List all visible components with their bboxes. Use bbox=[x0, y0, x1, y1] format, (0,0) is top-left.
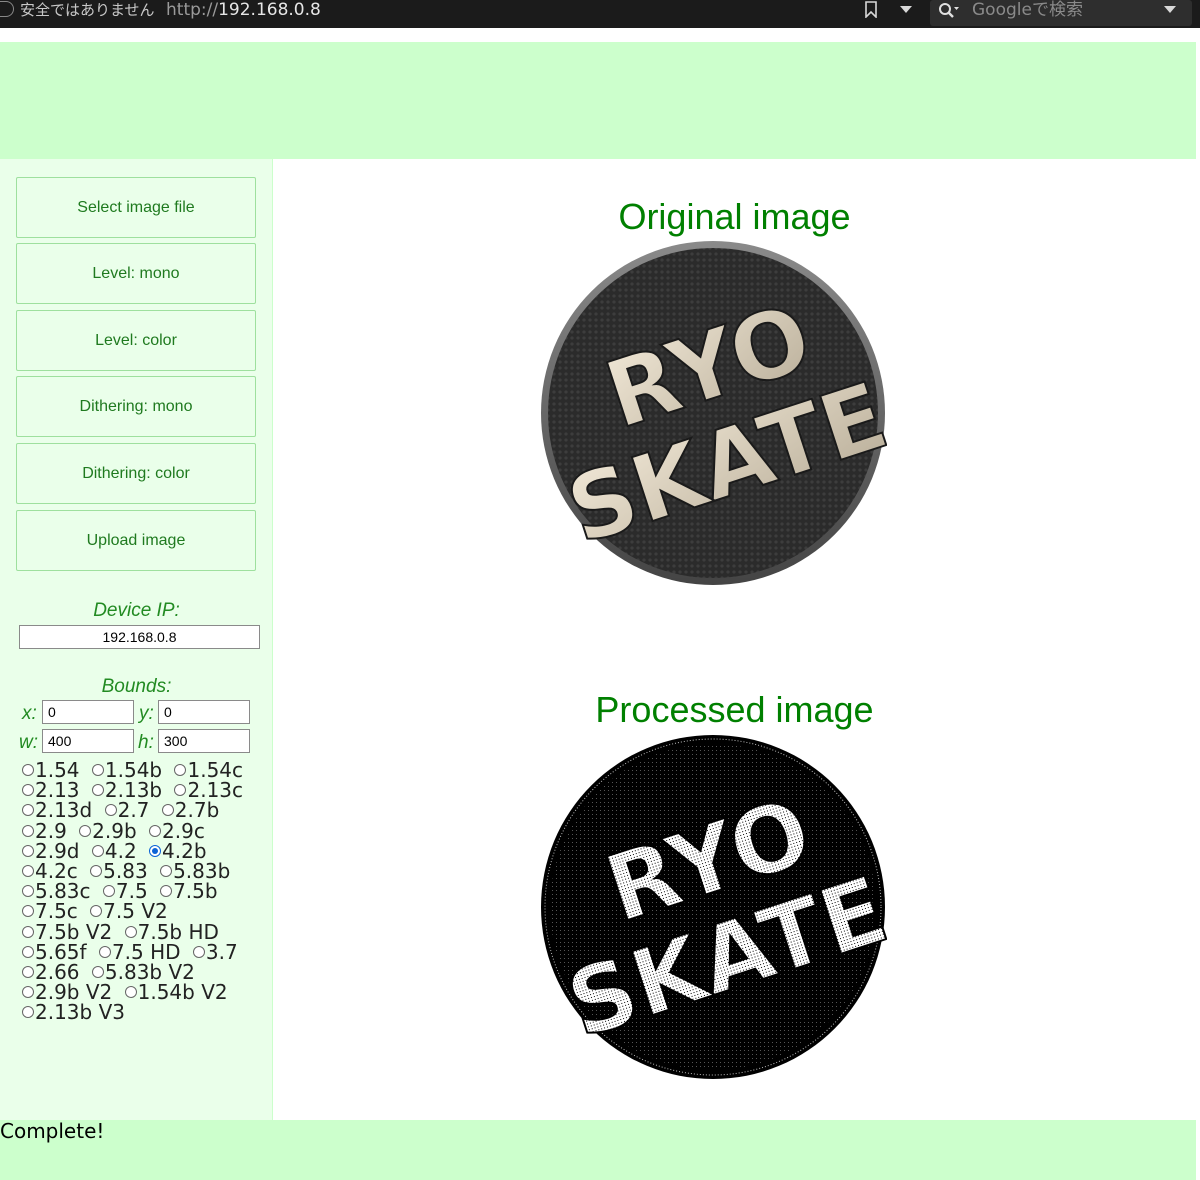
radio-icon[interactable] bbox=[22, 824, 34, 837]
processed-image-title: Processed image bbox=[595, 689, 874, 730]
chevron-down-icon[interactable] bbox=[1164, 6, 1176, 13]
radio-icon[interactable] bbox=[149, 824, 162, 837]
display-model-label: 2.13b V3 bbox=[35, 1000, 125, 1025]
header-band bbox=[0, 42, 1196, 159]
chevron-down-icon[interactable] bbox=[900, 6, 912, 13]
radio-icon[interactable] bbox=[79, 824, 92, 837]
url-scheme: http:// bbox=[166, 0, 219, 20]
upload-image-button[interactable]: Upload image bbox=[16, 510, 256, 571]
level-mono-button[interactable]: Level: mono bbox=[16, 243, 256, 304]
bounds-y-label: y: bbox=[139, 703, 154, 724]
search-placeholder: Googleで検索 bbox=[972, 0, 1083, 20]
radio-icon[interactable] bbox=[160, 885, 173, 898]
radio-icon[interactable] bbox=[160, 865, 173, 878]
radio-icon[interactable] bbox=[124, 925, 137, 938]
display-model-option[interactable]: 2.13b V3 bbox=[16, 1000, 125, 1024]
bounds-w-input[interactable] bbox=[42, 729, 134, 753]
url-host: 192.168.0.8 bbox=[218, 0, 321, 20]
radio-icon[interactable] bbox=[174, 784, 187, 797]
radio-icon[interactable] bbox=[22, 865, 34, 878]
level-color-button[interactable]: Level: color bbox=[16, 310, 256, 371]
bounds-h-label: h: bbox=[138, 732, 154, 753]
bounds-y-input[interactable] bbox=[158, 700, 250, 724]
select-image-file-button[interactable]: Select image file bbox=[16, 177, 256, 238]
radio-icon[interactable] bbox=[22, 966, 34, 979]
radio-icon[interactable] bbox=[90, 865, 103, 878]
radio-icon[interactable] bbox=[22, 784, 34, 797]
radio-icon[interactable] bbox=[22, 945, 34, 958]
address-bar[interactable]: http://192.168.0.8 bbox=[166, 0, 321, 22]
bounds-x-input[interactable] bbox=[42, 700, 134, 724]
display-model-label: 7.5b bbox=[173, 879, 218, 904]
radio-icon[interactable] bbox=[192, 945, 205, 958]
radio-icon[interactable] bbox=[22, 1006, 34, 1019]
security-text: 安全ではありません bbox=[20, 1, 155, 19]
display-model-label: 1.54b V2 bbox=[137, 980, 228, 1005]
bounds-label: Bounds: bbox=[101, 676, 172, 697]
display-model-radio-group: 1.54 1.54b 1.54c 2.13 2.13b 2.13c 2.13d … bbox=[16, 760, 252, 1023]
radio-icon[interactable] bbox=[174, 764, 187, 776]
main-content: Original image RYO SKATE Processed image bbox=[273, 159, 1196, 1120]
radio-icon[interactable] bbox=[91, 966, 104, 979]
radio-icon[interactable] bbox=[22, 804, 34, 817]
radio-icon[interactable] bbox=[90, 905, 103, 918]
display-model-option[interactable]: 1.54b V2 bbox=[119, 980, 228, 1004]
radio-icon[interactable] bbox=[91, 844, 104, 857]
bounds-x-label: x: bbox=[22, 703, 37, 724]
info-icon bbox=[0, 1, 14, 17]
radio-icon[interactable] bbox=[104, 804, 117, 817]
bounds-w-label: w: bbox=[19, 732, 38, 753]
radio-icon[interactable] bbox=[98, 945, 111, 958]
security-indicator[interactable]: 安全ではありません bbox=[0, 0, 155, 22]
processed-image: RYO SKATE bbox=[541, 735, 887, 1079]
radio-icon[interactable] bbox=[102, 885, 115, 898]
display-model-label: 3.7 bbox=[205, 939, 238, 964]
radio-icon[interactable] bbox=[22, 986, 34, 999]
radio-checked-icon[interactable] bbox=[149, 844, 162, 857]
radio-icon[interactable] bbox=[22, 844, 34, 857]
search-input[interactable]: Googleで検索 bbox=[930, 0, 1192, 26]
search-icon bbox=[939, 3, 959, 18]
radio-icon[interactable] bbox=[22, 905, 34, 918]
radio-icon[interactable] bbox=[91, 764, 104, 776]
status-message: Complete! bbox=[0, 1119, 105, 1143]
radio-icon[interactable] bbox=[22, 885, 34, 898]
bounds-h-input[interactable] bbox=[158, 729, 250, 753]
radio-icon[interactable] bbox=[22, 925, 34, 938]
footer: Complete! bbox=[0, 1120, 1196, 1180]
radio-icon[interactable] bbox=[161, 804, 174, 817]
device-ip-input[interactable] bbox=[19, 625, 260, 649]
browser-toolbar: 安全ではありません http://192.168.0.8 Googleで検索 bbox=[0, 0, 1200, 28]
original-image-title: Original image bbox=[618, 196, 851, 237]
dithering-color-button[interactable]: Dithering: color bbox=[16, 443, 256, 504]
radio-icon[interactable] bbox=[91, 784, 104, 797]
radio-icon[interactable] bbox=[124, 986, 137, 999]
device-ip-label: Device IP: bbox=[93, 600, 180, 621]
radio-icon[interactable] bbox=[22, 764, 34, 776]
dithering-mono-button[interactable]: Dithering: mono bbox=[16, 376, 256, 437]
bookmark-icon[interactable] bbox=[864, 1, 878, 18]
original-image: RYO SKATE bbox=[541, 241, 887, 585]
